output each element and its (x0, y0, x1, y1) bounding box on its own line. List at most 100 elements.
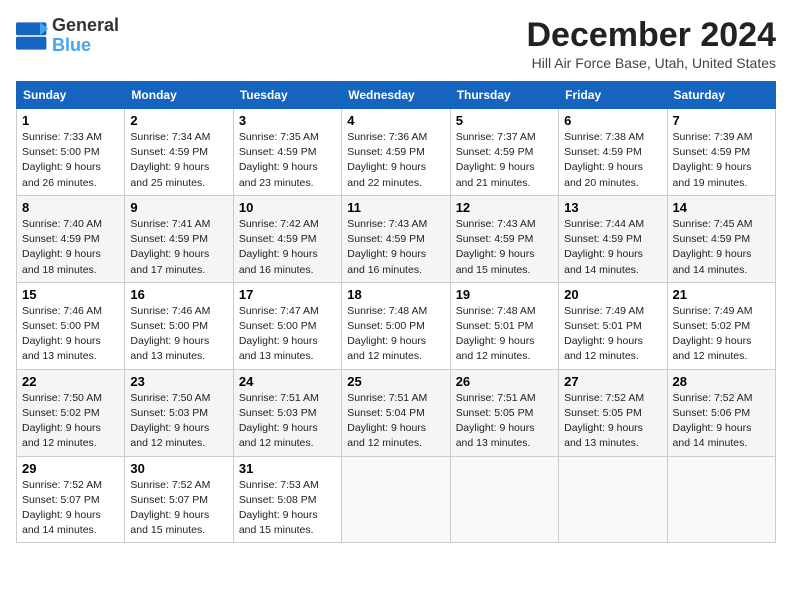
calendar-table: SundayMondayTuesdayWednesdayThursdayFrid… (16, 81, 776, 543)
calendar-cell (450, 456, 558, 543)
day-number: 29 (22, 461, 119, 476)
calendar-cell: 31 Sunrise: 7:53 AM Sunset: 5:08 PM Dayli… (233, 456, 341, 543)
weekday-header-row: SundayMondayTuesdayWednesdayThursdayFrid… (17, 82, 776, 109)
calendar-cell: 22 Sunrise: 7:50 AM Sunset: 5:02 PM Dayli… (17, 369, 125, 456)
weekday-header-thursday: Thursday (450, 82, 558, 109)
day-number: 13 (564, 200, 661, 215)
day-number: 11 (347, 200, 444, 215)
day-number: 26 (456, 374, 553, 389)
day-number: 17 (239, 287, 336, 302)
calendar-cell (342, 456, 450, 543)
day-info: Sunrise: 7:50 AM Sunset: 5:02 PM Dayligh… (22, 391, 119, 452)
logo: General Blue (16, 16, 119, 56)
calendar-cell: 7 Sunrise: 7:39 AM Sunset: 4:59 PM Daylig… (667, 109, 775, 196)
location-title: Hill Air Force Base, Utah, United States (526, 55, 776, 71)
calendar-cell: 24 Sunrise: 7:51 AM Sunset: 5:03 PM Dayli… (233, 369, 341, 456)
calendar-cell: 16Sunrise: 7:46 AM Sunset: 5:00 PM Dayli… (125, 282, 233, 369)
calendar-cell: 15Sunrise: 7:46 AM Sunset: 5:00 PM Dayli… (17, 282, 125, 369)
calendar-cell: 5Sunrise: 7:37 AM Sunset: 4:59 PM Daylig… (450, 109, 558, 196)
day-number: 22 (22, 374, 119, 389)
day-number: 21 (673, 287, 770, 302)
day-number: 24 (239, 374, 336, 389)
calendar-cell: 12 Sunrise: 7:43 AM Sunset: 4:59 PM Dayli… (450, 195, 558, 282)
calendar-week-row: 15 Sunrise: 7:46 AM Sunset: 5:00 PM Dayli… (17, 282, 776, 369)
calendar-cell: 14 Sunrise: 7:45 AM Sunset: 4:59 PM Dayli… (667, 195, 775, 282)
day-info: Sunrise: 7:52 AM Sunset: 5:06 PM Dayligh… (673, 391, 770, 452)
day-info: Sunrise: 7:51 AM Sunset: 5:03 PM Dayligh… (239, 391, 336, 452)
weekday-header-saturday: Saturday (667, 82, 775, 109)
logo-line2: Blue (52, 36, 119, 56)
calendar-cell: 19 Sunrise: 7:48 AM Sunset: 5:01 PM Dayli… (450, 282, 558, 369)
day-info: Sunrise: 7:51 AM Sunset: 5:04 PM Dayligh… (347, 391, 444, 452)
day-number: 19 (456, 287, 553, 302)
calendar-cell: 1 Sunrise: 7:33 AM Sunset: 5:00 PM Daylig… (17, 109, 125, 196)
page-header: General Blue December 2024 Hill Air Forc… (16, 16, 776, 71)
calendar-cell: 28Sunrise: 7:52 AM Sunset: 5:06 PM Dayli… (667, 369, 775, 456)
day-number: 4 (347, 113, 444, 128)
day-number: 8 (22, 200, 119, 215)
day-info: Sunrise: 7:39 AM Sunset: 4:59 PM Dayligh… (673, 130, 770, 191)
calendar-cell: 21Sunrise: 7:49 AM Sunset: 5:02 PM Dayli… (667, 282, 775, 369)
weekday-header-friday: Friday (559, 82, 667, 109)
day-info: Sunrise: 7:38 AM Sunset: 4:59 PM Dayligh… (564, 130, 661, 191)
calendar-cell: 8 Sunrise: 7:40 AM Sunset: 4:59 PM Daylig… (17, 195, 125, 282)
day-number: 9 (130, 200, 227, 215)
calendar-cell: 9 Sunrise: 7:41 AM Sunset: 4:59 PM Daylig… (125, 195, 233, 282)
day-info: Sunrise: 7:46 AM Sunset: 5:00 PM Dayligh… (130, 304, 227, 365)
calendar-cell: 18Sunrise: 7:48 AM Sunset: 5:00 PM Dayli… (342, 282, 450, 369)
logo-icon (16, 22, 48, 50)
calendar-cell: 17 Sunrise: 7:47 AM Sunset: 5:00 PM Dayli… (233, 282, 341, 369)
calendar-cell: 25Sunrise: 7:51 AM Sunset: 5:04 PM Dayli… (342, 369, 450, 456)
day-info: Sunrise: 7:52 AM Sunset: 5:05 PM Dayligh… (564, 391, 661, 452)
calendar-cell: 2 Sunrise: 7:34 AM Sunset: 4:59 PM Daylig… (125, 109, 233, 196)
day-info: Sunrise: 7:34 AM Sunset: 4:59 PM Dayligh… (130, 130, 227, 191)
calendar-cell: 27Sunrise: 7:52 AM Sunset: 5:05 PM Dayli… (559, 369, 667, 456)
weekday-header-sunday: Sunday (17, 82, 125, 109)
day-info: Sunrise: 7:48 AM Sunset: 5:01 PM Dayligh… (456, 304, 553, 365)
day-info: Sunrise: 7:43 AM Sunset: 4:59 PM Dayligh… (347, 217, 444, 278)
calendar-week-row: 29 Sunrise: 7:52 AM Sunset: 5:07 PM Dayli… (17, 456, 776, 543)
day-number: 2 (130, 113, 227, 128)
day-number: 7 (673, 113, 770, 128)
calendar-cell: 11 Sunrise: 7:43 AM Sunset: 4:59 PM Dayli… (342, 195, 450, 282)
day-info: Sunrise: 7:36 AM Sunset: 4:59 PM Dayligh… (347, 130, 444, 191)
day-info: Sunrise: 7:53 AM Sunset: 5:08 PM Dayligh… (239, 478, 336, 539)
calendar-cell: 13Sunrise: 7:44 AM Sunset: 4:59 PM Dayli… (559, 195, 667, 282)
calendar-week-row: 22 Sunrise: 7:50 AM Sunset: 5:02 PM Dayli… (17, 369, 776, 456)
day-number: 1 (22, 113, 119, 128)
day-number: 23 (130, 374, 227, 389)
calendar-week-row: 8 Sunrise: 7:40 AM Sunset: 4:59 PM Daylig… (17, 195, 776, 282)
day-info: Sunrise: 7:45 AM Sunset: 4:59 PM Dayligh… (673, 217, 770, 278)
calendar-week-row: 1 Sunrise: 7:33 AM Sunset: 5:00 PM Daylig… (17, 109, 776, 196)
day-info: Sunrise: 7:35 AM Sunset: 4:59 PM Dayligh… (239, 130, 336, 191)
calendar-cell: 10Sunrise: 7:42 AM Sunset: 4:59 PM Dayli… (233, 195, 341, 282)
day-number: 30 (130, 461, 227, 476)
weekday-header-monday: Monday (125, 82, 233, 109)
day-number: 3 (239, 113, 336, 128)
day-number: 12 (456, 200, 553, 215)
calendar-cell: 3 Sunrise: 7:35 AM Sunset: 4:59 PM Daylig… (233, 109, 341, 196)
calendar-cell: 29Sunrise: 7:52 AM Sunset: 5:07 PM Dayli… (17, 456, 125, 543)
day-info: Sunrise: 7:47 AM Sunset: 5:00 PM Dayligh… (239, 304, 336, 365)
weekday-header-wednesday: Wednesday (342, 82, 450, 109)
day-info: Sunrise: 7:33 AM Sunset: 5:00 PM Dayligh… (22, 130, 119, 191)
day-number: 6 (564, 113, 661, 128)
day-info: Sunrise: 7:37 AM Sunset: 4:59 PM Dayligh… (456, 130, 553, 191)
day-info: Sunrise: 7:43 AM Sunset: 4:59 PM Dayligh… (456, 217, 553, 278)
calendar-cell: 30 Sunrise: 7:52 AM Sunset: 5:07 PM Dayli… (125, 456, 233, 543)
month-title: December 2024 (526, 16, 776, 55)
calendar-cell: 26 Sunrise: 7:51 AM Sunset: 5:05 PM Dayli… (450, 369, 558, 456)
day-info: Sunrise: 7:41 AM Sunset: 4:59 PM Dayligh… (130, 217, 227, 278)
day-info: Sunrise: 7:42 AM Sunset: 4:59 PM Dayligh… (239, 217, 336, 278)
calendar-cell: 20Sunrise: 7:49 AM Sunset: 5:01 PM Dayli… (559, 282, 667, 369)
weekday-header-tuesday: Tuesday (233, 82, 341, 109)
day-number: 15 (22, 287, 119, 302)
calendar-cell: 23 Sunrise: 7:50 AM Sunset: 5:03 PM Dayli… (125, 369, 233, 456)
day-info: Sunrise: 7:40 AM Sunset: 4:59 PM Dayligh… (22, 217, 119, 278)
day-info: Sunrise: 7:52 AM Sunset: 5:07 PM Dayligh… (130, 478, 227, 539)
day-number: 31 (239, 461, 336, 476)
day-number: 14 (673, 200, 770, 215)
day-info: Sunrise: 7:50 AM Sunset: 5:03 PM Dayligh… (130, 391, 227, 452)
day-info: Sunrise: 7:48 AM Sunset: 5:00 PM Dayligh… (347, 304, 444, 365)
day-info: Sunrise: 7:51 AM Sunset: 5:05 PM Dayligh… (456, 391, 553, 452)
